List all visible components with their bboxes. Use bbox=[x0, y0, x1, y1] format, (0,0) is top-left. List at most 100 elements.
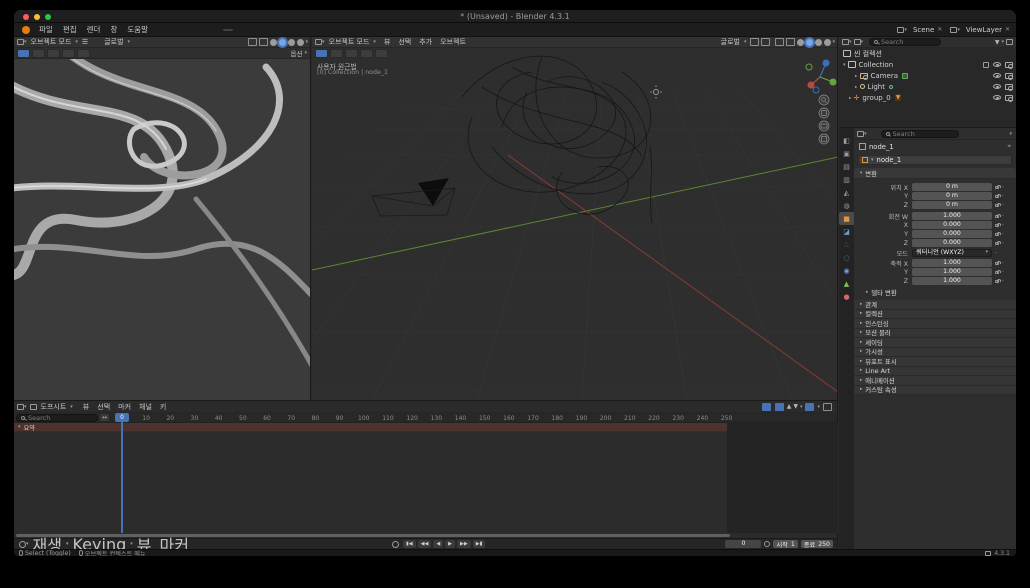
only-errors-icon[interactable]: ▲ bbox=[787, 403, 792, 410]
transform-orientation-dropdown[interactable]: 글로벌 bbox=[717, 37, 744, 47]
auto-keying-record-icon[interactable] bbox=[392, 541, 399, 548]
remove-view-layer-icon[interactable]: ✕ bbox=[1005, 26, 1010, 33]
workspace-tab[interactable] bbox=[190, 29, 200, 31]
animate-dot-icon[interactable]: · bbox=[1002, 193, 1004, 200]
select-tool-button[interactable] bbox=[315, 49, 328, 58]
workspace-tab[interactable] bbox=[168, 29, 178, 31]
animate-dot-icon[interactable]: · bbox=[1002, 278, 1004, 285]
proportional-editing-icon[interactable] bbox=[823, 403, 832, 411]
playhead-frame-badge[interactable]: 0 bbox=[115, 413, 129, 422]
show-overlays-icon[interactable] bbox=[259, 38, 268, 46]
previous-keyframe-button[interactable]: ◀◀ bbox=[418, 540, 432, 548]
tab-tool[interactable]: ◧ bbox=[839, 134, 854, 147]
menu-item[interactable]: 창 bbox=[105, 24, 122, 35]
outliner-search-input[interactable]: Search bbox=[869, 38, 941, 46]
keying-set-icon[interactable] bbox=[764, 541, 770, 547]
collapsed-menus-icon[interactable]: ☰ bbox=[78, 38, 92, 46]
show-gizmo-icon[interactable] bbox=[775, 38, 784, 46]
workspace-tab[interactable] bbox=[201, 29, 211, 31]
show-hidden-toggle-icon[interactable] bbox=[775, 403, 784, 411]
shading-material-icon[interactable] bbox=[288, 39, 295, 46]
animate-dot-icon[interactable]: · bbox=[1002, 222, 1004, 229]
animate-dot-icon[interactable]: · bbox=[1002, 240, 1004, 247]
section-header[interactable]: ▸ 가시성 bbox=[854, 348, 1016, 358]
object-name-field[interactable]: ▾ node_1 bbox=[858, 155, 1012, 165]
play-reverse-button[interactable]: ◀ bbox=[433, 540, 443, 548]
scale-z-field[interactable]: 1.000 bbox=[912, 277, 992, 285]
dopesheet-key-area[interactable]: ▾ 요약 bbox=[14, 423, 838, 533]
frame-end-field[interactable]: 종료250 bbox=[801, 540, 833, 548]
animate-dot-icon[interactable]: · bbox=[1002, 260, 1004, 267]
tab-output[interactable]: ▤ bbox=[839, 160, 854, 173]
lock-icon[interactable] bbox=[995, 262, 999, 265]
pin-icon[interactable]: ⌖ bbox=[1007, 142, 1011, 151]
channel-search-input[interactable]: Search bbox=[16, 414, 98, 422]
mode-dropdown[interactable]: 오브젝트 모드 bbox=[325, 37, 374, 47]
close-window-button[interactable] bbox=[23, 14, 29, 20]
menu-item[interactable]: 도움말 bbox=[122, 24, 153, 35]
lock-icon[interactable] bbox=[995, 280, 999, 283]
outliner-row-camera[interactable]: ▾ Camera bbox=[839, 70, 1016, 81]
menu-item[interactable]: 선택 bbox=[394, 37, 415, 47]
chevron-down-icon[interactable]: ▾ bbox=[18, 424, 21, 430]
menu-item[interactable]: 추가 bbox=[415, 37, 436, 47]
menu-item[interactable]: 채널 bbox=[135, 402, 156, 412]
location-z-field[interactable]: 0 m bbox=[912, 201, 992, 209]
exclude-checkbox-icon[interactable] bbox=[983, 62, 989, 68]
properties-search-input[interactable]: Search bbox=[881, 130, 959, 138]
location-x-field[interactable]: 0 m bbox=[912, 183, 992, 191]
rotation-y-field[interactable]: 0.000 bbox=[912, 230, 992, 238]
show-gizmo-icon[interactable] bbox=[248, 38, 257, 46]
rotation-w-field[interactable]: 1.000 bbox=[912, 212, 992, 220]
section-header[interactable]: ▸ 인스턴싱 bbox=[854, 319, 1016, 329]
select-tool-button[interactable] bbox=[17, 49, 30, 58]
hide-eye-icon[interactable] bbox=[993, 73, 1001, 78]
menu-item[interactable]: 파일 bbox=[34, 24, 58, 35]
shading-wireframe-icon[interactable] bbox=[797, 39, 804, 46]
lock-icon[interactable] bbox=[995, 224, 999, 227]
tab-scene[interactable]: ◭ bbox=[839, 186, 854, 199]
playhead-line[interactable] bbox=[121, 413, 123, 533]
options-dropdown[interactable]: 옵션 bbox=[291, 48, 303, 58]
display-mode-icon[interactable] bbox=[854, 39, 861, 45]
scene-selector[interactable]: Scene bbox=[913, 26, 934, 34]
breadcrumb-root-icon[interactable] bbox=[857, 131, 864, 137]
tab-constraints[interactable]: ◉ bbox=[839, 264, 854, 277]
tab-render[interactable]: ▣ bbox=[839, 147, 854, 160]
chevron-down-icon[interactable]: ▾ bbox=[904, 27, 907, 33]
lock-icon[interactable] bbox=[995, 242, 999, 245]
expand-icon[interactable]: ▾ bbox=[853, 85, 859, 88]
menu-item[interactable]: 편집 bbox=[58, 24, 82, 35]
animate-dot-icon[interactable]: · bbox=[1002, 213, 1004, 220]
section-header[interactable]: ▸ 관계 bbox=[854, 300, 1016, 310]
expand-icon[interactable]: ▾ bbox=[853, 74, 859, 77]
animate-dot-icon[interactable]: · bbox=[995, 250, 997, 257]
expand-icon[interactable]: ▾ bbox=[847, 96, 853, 99]
next-keyframe-button[interactable]: ▶▶ bbox=[457, 540, 471, 548]
frame-start-field[interactable]: 시작1 bbox=[773, 540, 797, 548]
tab-view-layer[interactable]: ▥ bbox=[839, 173, 854, 186]
menu-item[interactable]: 뷰 bbox=[380, 37, 394, 47]
unlink-scene-icon[interactable]: ✕ bbox=[937, 26, 942, 33]
workspace-tab[interactable] bbox=[245, 29, 255, 31]
mode-dropdown[interactable]: 오브젝트 모드 bbox=[27, 37, 76, 47]
filter-icon[interactable]: ▼ bbox=[995, 39, 1000, 46]
menu-item[interactable]: 뷰 bbox=[79, 402, 93, 412]
timeline-editor-icon[interactable] bbox=[19, 541, 26, 548]
transform-section-header[interactable]: ▾ 변환 bbox=[854, 168, 1016, 179]
shading-rendered-icon[interactable] bbox=[824, 39, 831, 46]
outliner-row-scene-collection[interactable]: 씬 컬렉션 bbox=[839, 48, 1016, 59]
scale-y-field[interactable]: 1.000 bbox=[912, 268, 992, 276]
hide-eye-icon[interactable] bbox=[993, 84, 1001, 89]
lock-icon[interactable] bbox=[995, 204, 999, 207]
disable-render-icon[interactable] bbox=[1005, 95, 1013, 101]
delta-transform-subpanel[interactable]: ▸ 델타 변환 bbox=[860, 288, 1010, 298]
filter-toggle-icon[interactable]: ↔ bbox=[100, 414, 109, 421]
tab-particles[interactable]: ∴ bbox=[839, 238, 854, 251]
proportional-editing-icon[interactable] bbox=[761, 38, 770, 46]
editor-type-icon[interactable] bbox=[17, 39, 24, 45]
network-status-icon[interactable] bbox=[985, 551, 991, 556]
lock-icon[interactable] bbox=[995, 195, 999, 198]
outliner-row-collection[interactable]: ▾ Collection bbox=[839, 59, 1016, 70]
hide-eye-icon[interactable] bbox=[993, 62, 1001, 67]
